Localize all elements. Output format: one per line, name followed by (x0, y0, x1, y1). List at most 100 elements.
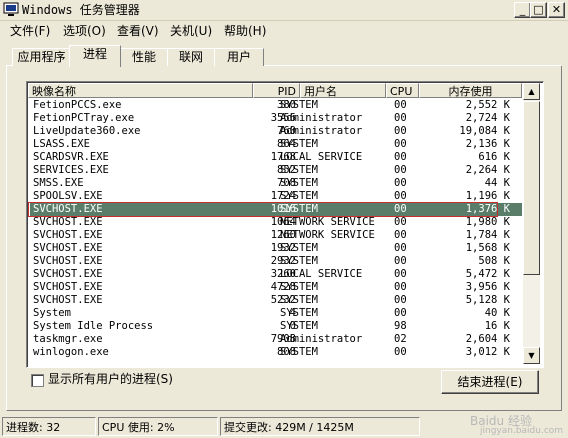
process-mem: 44 K (484, 177, 510, 189)
show-all-users-checkbox[interactable] (31, 374, 44, 387)
process-user: LOCAL SERVICE (280, 268, 363, 280)
column-header-mem[interactable]: 内存使用 (419, 83, 522, 98)
process-row[interactable]: winlogon.exe 808 SYSTEM 00 3,012 K (30, 346, 522, 359)
process-mem: 2,604 K (465, 333, 510, 345)
column-header-cpu[interactable]: CPU (386, 83, 419, 98)
end-process-button[interactable]: 结束进程(E) (441, 370, 539, 394)
process-row[interactable]: SVCHOST.EXE 1064 NETWORK SERVICE 00 1,980 K (30, 216, 522, 229)
process-row[interactable]: LiveUpdate360.exe 760 Administrator 00 19,08… (30, 125, 522, 138)
tab-users[interactable]: 用户 (214, 48, 264, 66)
status-commit-charge: 提交更改: 429M / 1425M (220, 417, 420, 436)
process-name: FetionPCTray.exe (33, 112, 135, 124)
scroll-thumb[interactable] (523, 101, 540, 275)
process-user: NETWORK SERVICE (280, 229, 375, 241)
process-row[interactable]: SMSS.EXE 708 SYSTEM 00 44 K (30, 177, 522, 190)
column-header-name[interactable]: 映像名称 (28, 83, 253, 98)
process-name: System Idle Process (33, 320, 154, 332)
process-cpu: 00 (394, 164, 407, 176)
process-name: SVCHOST.EXE (33, 281, 103, 293)
process-row[interactable]: SCARDSVR.EXE 1768 LOCAL SERVICE 00 616 K (30, 151, 522, 164)
tab-networking[interactable]: 联网 (167, 48, 215, 66)
process-row[interactable]: SVCHOST.EXE 3260 LOCAL SERVICE 00 5,472 K (30, 268, 522, 281)
process-row[interactable]: SVCHOST.EXE 1932 SYSTEM 00 1,568 K (30, 242, 522, 255)
process-name: taskmgr.exe (33, 333, 103, 345)
tab-performance[interactable]: 性能 (120, 48, 168, 66)
menu-bar: 文件(F) 选项(O) 查看(V) 关机(U) 帮助(H) (0, 21, 568, 41)
column-header-pid[interactable]: PID (253, 83, 300, 98)
process-mem: 5,128 K (465, 294, 510, 306)
process-mem: 508 K (478, 255, 510, 267)
vertical-scrollbar[interactable]: ▲ ▼ (523, 83, 540, 364)
process-user: NETWORK SERVICE (280, 216, 375, 228)
show-all-users-label[interactable]: 显示所有用户的进程(S) (48, 372, 173, 387)
process-user: SYSTEM (280, 242, 318, 254)
process-name: SVCHOST.EXE (33, 255, 103, 267)
process-name: SERVICES.EXE (33, 164, 109, 176)
process-user: SYSTEM (280, 346, 318, 358)
column-header-user[interactable]: 用户名 (300, 83, 386, 98)
process-user: SYSTEM (280, 255, 318, 267)
process-mem: 1,568 K (465, 242, 510, 254)
process-mem: 1,784 K (465, 229, 510, 241)
process-row[interactable]: LSASS.EXE 864 SYSTEM 00 2,136 K (30, 138, 522, 151)
process-cpu: 00 (394, 242, 407, 254)
process-user: Administrator (280, 125, 363, 137)
process-mem: 16 K (484, 320, 510, 332)
process-cpu: 00 (394, 99, 407, 111)
process-name: winlogon.exe (33, 346, 109, 358)
process-name: SMSS.EXE (33, 177, 84, 189)
process-row[interactable]: SVCHOST.EXE 4728 SYSTEM 00 3,956 K (30, 281, 522, 294)
menu-help[interactable]: 帮助(H) (224, 23, 266, 39)
title-bar: Windows 任务管理器 _ □ ✕ (0, 0, 568, 21)
process-name: LSASS.EXE (33, 138, 90, 150)
process-name: LiveUpdate360.exe (33, 125, 141, 137)
tab-applications[interactable]: 应用程序 (12, 48, 71, 66)
process-user: SYSTEM (280, 281, 318, 293)
process-mem: 2,724 K (465, 112, 510, 124)
process-cpu: 00 (394, 268, 407, 280)
process-name: SVCHOST.EXE (33, 216, 103, 228)
process-cpu: 00 (394, 216, 407, 228)
process-user: SYSTEM (280, 177, 318, 189)
process-row[interactable]: SERVICES.EXE 852 SYSTEM 00 2,264 K (30, 164, 522, 177)
process-row[interactable]: System Idle Process 0 SYSTEM 98 16 K (30, 320, 522, 333)
menu-view[interactable]: 查看(V) (117, 23, 159, 39)
minimize-button[interactable]: _ (514, 2, 531, 18)
process-row[interactable]: SVCHOST.EXE 5232 SYSTEM 00 5,128 K (30, 294, 522, 307)
process-cpu: 00 (394, 294, 407, 306)
process-mem: 3,012 K (465, 346, 510, 358)
scroll-up-button[interactable]: ▲ (523, 83, 540, 100)
process-row[interactable]: taskmgr.exe 7908 Administrator 02 2,604 K (30, 333, 522, 346)
process-name: SCARDSVR.EXE (33, 151, 109, 163)
process-mem: 2,264 K (465, 164, 510, 176)
process-row[interactable]: SVCHOST.EXE 1260 NETWORK SERVICE 00 1,784 K (30, 229, 522, 242)
process-row[interactable]: SVCHOST.EXE 2932 SYSTEM 00 508 K (30, 255, 522, 268)
process-cpu: 00 (394, 177, 407, 189)
process-mem: 2,552 K (465, 99, 510, 111)
process-row[interactable]: System 4 SYSTEM 00 40 K (30, 307, 522, 320)
menu-options[interactable]: 选项(O) (63, 23, 106, 39)
process-list[interactable]: 映像名称 PID 用户名 CPU 内存使用 FetionPCCS.exe 380 S… (26, 81, 544, 368)
menu-shutdown[interactable]: 关机(U) (170, 23, 212, 39)
process-user: SYSTEM (280, 320, 318, 332)
process-mem: 616 K (478, 151, 510, 163)
process-row[interactable]: SVCHOST.EXE 1016 SYSTEM 00 1,376 K (28, 202, 522, 217)
process-row[interactable]: FetionPCTray.exe 3556 Administrator 00 2,724… (30, 112, 522, 125)
process-cpu: 00 (394, 346, 407, 358)
process-user: LOCAL SERVICE (280, 151, 363, 163)
tab-processes[interactable]: 进程 (69, 45, 121, 67)
process-user: SYSTEM (280, 307, 318, 319)
process-name: FetionPCCS.exe (33, 99, 122, 111)
scroll-down-button[interactable]: ▼ (523, 347, 540, 364)
process-row[interactable]: FetionPCCS.exe 380 SYSTEM 00 2,552 K (30, 99, 522, 112)
process-cpu: 98 (394, 320, 407, 332)
menu-file[interactable]: 文件(F) (10, 23, 50, 39)
process-cpu: 00 (394, 138, 407, 150)
process-name: SVCHOST.EXE (33, 242, 103, 254)
process-rows: FetionPCCS.exe 380 SYSTEM 00 2,552 K FetionPC… (27, 99, 527, 367)
maximize-button[interactable]: □ (530, 2, 547, 18)
close-button[interactable]: ✕ (548, 2, 565, 18)
process-mem: 5,472 K (465, 268, 510, 280)
process-cpu: 00 (394, 281, 407, 293)
status-cpu-usage: CPU 使用: 2% (98, 417, 218, 436)
